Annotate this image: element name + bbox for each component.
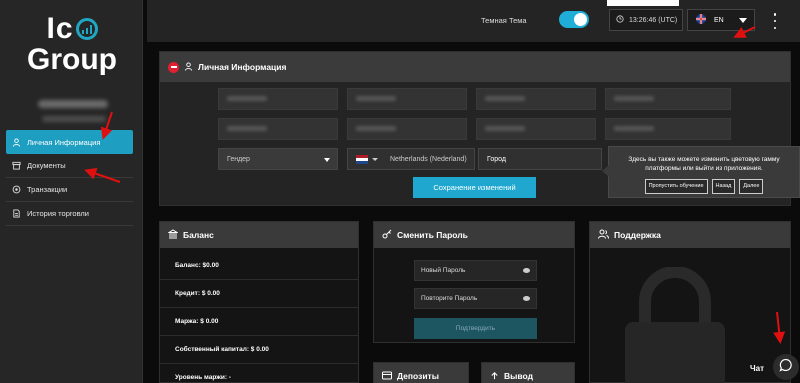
logo: Ic Group [27, 12, 117, 76]
card-icon [382, 371, 392, 382]
change-password-panel: Сменить Пароль Новый Пароль Повторите Па… [373, 221, 575, 343]
margin-row: Маржа: $ 0.00 [160, 308, 358, 336]
user-id-blurred [42, 116, 106, 122]
last-name-field[interactable] [347, 88, 467, 110]
personal-info-header: Личная Информация [160, 52, 790, 82]
balance-row: Баланс: $0.00 [160, 252, 358, 280]
users-icon [598, 229, 609, 241]
credit-row: Кредит: $ 0.00 [160, 280, 358, 308]
next-button[interactable]: Далее [739, 179, 764, 194]
postcode-field[interactable] [476, 118, 596, 140]
logo-ring-icon [75, 18, 98, 40]
panel-title: Поддержка [614, 230, 661, 240]
email-field[interactable] [476, 88, 596, 110]
gender-select[interactable]: Гендер [218, 148, 338, 170]
panel-title: Личная Информация [198, 62, 287, 72]
topbar: Темная Тема 13:26:46 (UTC) EN [147, 0, 800, 42]
balance-header: Баланс [160, 222, 358, 248]
sidebar: Ic Group Личная Информация Документы Тра… [0, 0, 143, 383]
chat-label: Чат [750, 364, 764, 373]
sidebar-nav: Личная Информация Документы Транзакции И… [6, 130, 133, 226]
sidebar-item-trade-history[interactable]: История торговли [6, 202, 133, 226]
chat-bubble-icon [779, 358, 793, 377]
skip-tutorial-button[interactable]: Пропустить обучение [644, 179, 708, 194]
first-name-field[interactable] [218, 88, 338, 110]
chevron-down-icon [324, 158, 330, 162]
sidebar-item-transactions[interactable]: Транзакции [6, 178, 133, 202]
lock-icon [625, 267, 725, 383]
app-root: Ic Group Личная Информация Документы Тра… [0, 0, 800, 383]
collapse-icon[interactable] [168, 61, 179, 73]
sidebar-item-documents[interactable]: Документы [6, 154, 133, 178]
document-icon [12, 209, 21, 218]
sidebar-item-label: Документы [27, 161, 66, 170]
panel-title: Баланс [183, 230, 214, 240]
eye-icon[interactable] [523, 296, 530, 301]
netherlands-flag-icon [356, 154, 368, 164]
new-password-input[interactable]: Новый Пароль [414, 260, 537, 281]
sidebar-item-personal-info[interactable]: Личная Информация [6, 130, 133, 154]
change-password-header: Сменить Пароль [374, 222, 574, 248]
id-field[interactable] [605, 118, 731, 140]
sidebar-item-label: Транзакции [27, 185, 68, 194]
deposits-panel: Депозиты [373, 362, 469, 383]
chevron-down-icon [372, 157, 378, 161]
language-select[interactable]: EN [687, 9, 755, 31]
user-icon [184, 61, 193, 73]
sidebar-item-label: Личная Информация [27, 137, 101, 147]
uk-flag-icon [696, 14, 706, 26]
support-header: Поддержка [590, 222, 790, 248]
archive-icon [12, 161, 21, 170]
panel-title: Депозиты [397, 371, 439, 381]
save-changes-button[interactable]: Сохранение изменений [413, 177, 536, 198]
dark-theme-toggle[interactable] [559, 11, 589, 28]
theme-label: Темная Тема [481, 16, 527, 25]
key-icon [382, 229, 392, 241]
bank-icon [167, 229, 179, 241]
withdraw-header[interactable]: Вывод [482, 363, 574, 383]
panel-title: Вывод [504, 371, 533, 381]
user-icon [12, 137, 21, 147]
equity-row: Собственный капитал: $ 0.00 [160, 336, 358, 364]
panel-title: Сменить Пароль [397, 230, 468, 240]
margin-level-row: Уровень маржи: - [160, 364, 358, 383]
city-field[interactable]: Город [478, 148, 602, 170]
eye-icon[interactable] [523, 268, 530, 273]
address-field[interactable] [347, 118, 467, 140]
confirm-button[interactable]: Подтвердить [414, 318, 537, 339]
onboarding-popover: Здесь вы также можете изменить цветовую … [602, 146, 800, 198]
chat-button[interactable] [773, 354, 799, 380]
chevron-down-icon [739, 18, 747, 23]
more-menu-icon[interactable] [772, 13, 778, 29]
sidebar-item-label: История торговли [27, 209, 89, 218]
balance-panel: Баланс Баланс: $0.00 Кредит: $ 0.00 Марж… [159, 221, 359, 383]
top-tooltip-fragment [607, 0, 679, 6]
transactions-icon [12, 185, 21, 194]
back-button[interactable]: Назад [711, 179, 736, 194]
phone-field[interactable] [605, 88, 731, 110]
support-panel: Поддержка [589, 221, 791, 383]
birthdate-field[interactable] [218, 118, 338, 140]
deposits-header[interactable]: Депозиты [374, 363, 468, 383]
onboarding-text: Здесь вы также можете изменить цветовую … [628, 156, 780, 172]
country-select[interactable]: Netherlands (Nederland) [347, 148, 475, 170]
upload-icon [490, 371, 499, 382]
repeat-password-input[interactable]: Повторите Пароль [414, 288, 537, 309]
utc-clock: 13:26:46 (UTC) [609, 9, 683, 31]
withdraw-panel: Вывод [481, 362, 575, 383]
clock-icon [616, 15, 624, 25]
user-name-blurred [38, 100, 108, 108]
